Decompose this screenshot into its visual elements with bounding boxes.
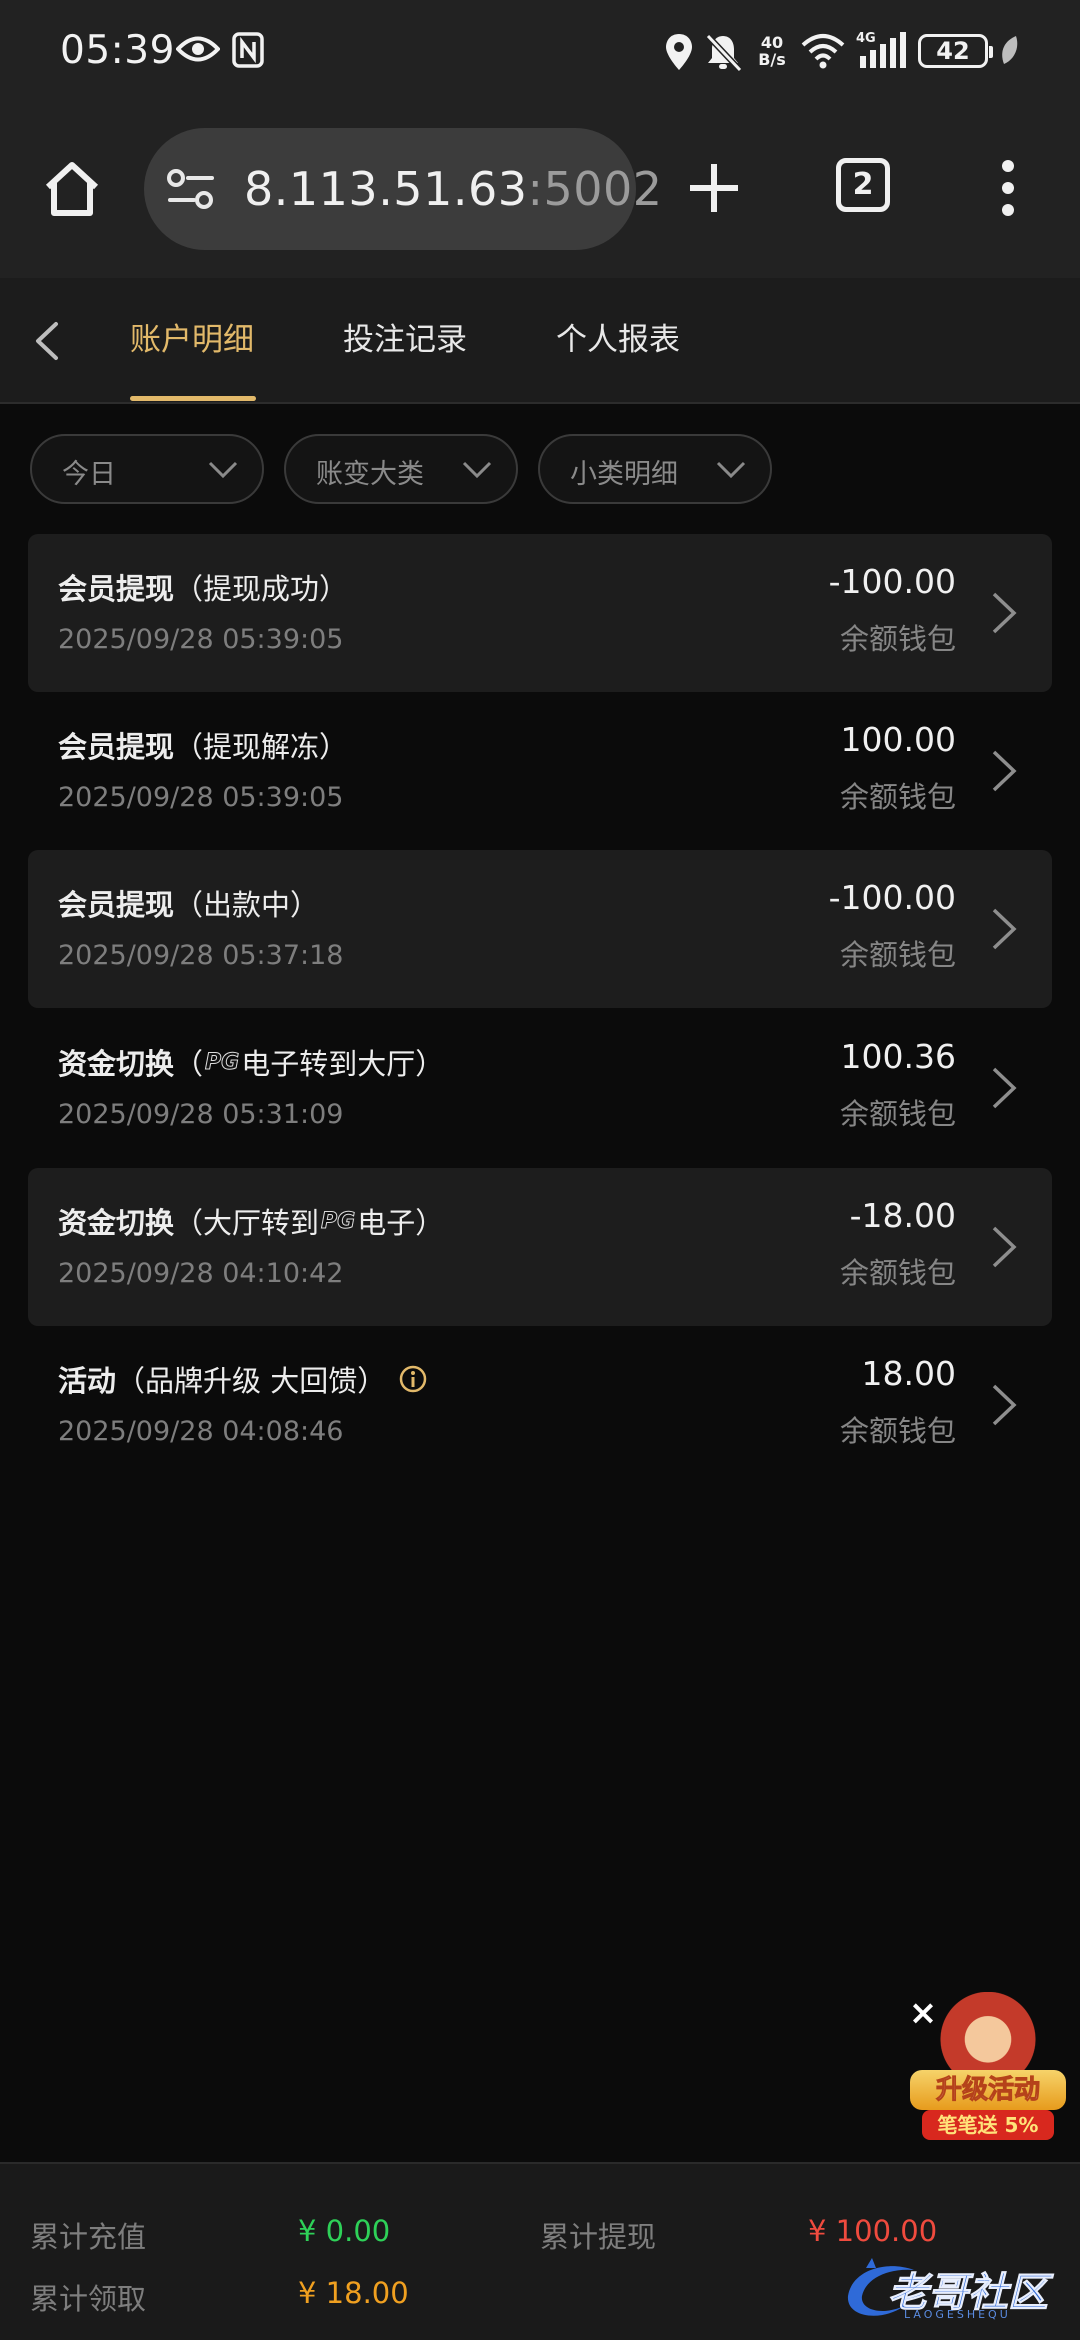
record-row[interactable]: 会员提现 （出款中） 2025/09/28 05:37:18 -100.00 余额…	[28, 850, 1052, 1008]
bell-off-icon	[705, 33, 742, 72]
record-wallet: 余额钱包	[839, 1256, 956, 1290]
record-amount: -100.00	[828, 562, 956, 601]
tab-account-details[interactable]: 账户明细	[130, 314, 254, 359]
record-time: 2025/09/28 05:37:18	[58, 940, 344, 971]
record-wallet: 余额钱包	[839, 622, 956, 656]
chevron-right-icon	[992, 1067, 1017, 1109]
leaf-icon	[1002, 36, 1018, 64]
tab-personal-report[interactable]: 个人报表	[556, 314, 680, 359]
close-icon[interactable]: ×	[906, 1996, 940, 2030]
eye-icon	[176, 36, 220, 62]
record-title: 会员提现 （提现解冻）	[58, 730, 349, 764]
chevron-right-icon	[992, 908, 1017, 950]
status-bar: 05:39 40 B/s 4G 42	[0, 0, 1080, 100]
url-text[interactable]: 8.113.51.63:5002	[244, 162, 663, 216]
pg-logo: PG	[321, 1208, 356, 1234]
record-time: 2025/09/28 05:39:05	[58, 782, 344, 813]
new-tab-icon[interactable]	[686, 160, 742, 216]
mascot-image	[940, 1992, 1036, 2078]
info-icon[interactable]	[398, 1364, 428, 1394]
record-amount: -100.00	[828, 878, 956, 917]
svg-text:4G: 4G	[856, 31, 876, 46]
chevron-right-icon	[992, 592, 1017, 634]
claim-total-label: 累计领取	[30, 2282, 147, 2316]
filter-label: 今日	[62, 459, 116, 490]
record-wallet: 余额钱包	[839, 780, 956, 814]
chevron-right-icon	[992, 750, 1017, 792]
tab-bet-records[interactable]: 投注记录	[343, 314, 467, 359]
withdraw-total-value: ¥ 100.00	[808, 2214, 938, 2248]
record-title: 活动 （品牌升级 大回馈）	[58, 1358, 428, 1400]
record-time: 2025/09/28 04:10:42	[58, 1258, 344, 1289]
tab-switcher-button[interactable]: 2	[836, 158, 890, 212]
record-time: 2025/09/28 05:31:09	[58, 1099, 344, 1130]
url-port: :5002	[527, 162, 663, 216]
chevron-down-icon	[462, 461, 492, 479]
chevron-down-icon	[208, 461, 238, 479]
net-speed: 40 B/s	[758, 33, 786, 69]
nfc-icon	[232, 32, 264, 68]
wifi-icon	[801, 34, 845, 69]
record-row[interactable]: 会员提现 （提现解冻） 2025/09/28 05:39:05 100.00 余额…	[28, 692, 1052, 850]
signal-4g-icon: 4G	[856, 31, 906, 68]
page-nav: 账户明细 投注记录 个人报表	[0, 278, 1080, 404]
record-row[interactable]: 会员提现 （提现成功） 2025/09/28 05:39:05 -100.00 余…	[28, 534, 1052, 692]
pg-logo: PG	[205, 1049, 240, 1075]
filter-label: 小类明细	[570, 459, 678, 490]
filter-subcategory[interactable]: 小类明细	[538, 434, 772, 504]
filter-category[interactable]: 账变大类	[284, 434, 518, 504]
chevron-right-icon	[992, 1384, 1017, 1426]
filter-date[interactable]: 今日	[30, 434, 264, 504]
chevron-down-icon	[716, 461, 746, 479]
site-settings-icon[interactable]	[166, 168, 216, 212]
active-tab-indicator	[130, 396, 256, 401]
home-icon[interactable]	[40, 157, 104, 221]
summary-footer: 累计充值 ¥ 0.00 累计提现 ¥ 100.00 累计领取 ¥ 18.00 老…	[0, 2162, 1080, 2340]
record-wallet: 余额钱包	[839, 1097, 956, 1131]
status-time: 05:39	[60, 28, 175, 73]
record-amount: 100.00	[840, 720, 956, 759]
record-amount: 100.36	[840, 1037, 956, 1076]
watermark-logo: 老哥社区 LAOGESHEQU	[842, 2256, 1072, 2326]
record-row[interactable]: 活动 （品牌升级 大回馈） 2025/09/28 04:08:46 18.00 余…	[28, 1326, 1052, 1484]
promo-badge[interactable]: × 升级活动 笔笔送 5%	[900, 1986, 1070, 2150]
browser-toolbar: 8.113.51.63:5002 2	[0, 100, 1080, 278]
record-amount: -18.00	[849, 1196, 956, 1235]
chevron-right-icon	[992, 1226, 1017, 1268]
record-row[interactable]: 资金切换 （大厅转到 PG 电子） 2025/09/28 04:10:42 -18.0…	[28, 1168, 1052, 1326]
more-menu-icon[interactable]	[990, 158, 1026, 218]
promo-title: 升级活动	[910, 2070, 1066, 2110]
record-title: 会员提现 （出款中）	[58, 888, 320, 922]
address-bar[interactable]: 8.113.51.63:5002	[144, 128, 662, 250]
location-icon	[666, 34, 692, 70]
record-row[interactable]: 资金切换（PG 电子转到大厅） 2025/09/28 05:31:09 100.3…	[28, 1009, 1052, 1167]
record-time: 2025/09/28 04:08:46	[58, 1416, 344, 1447]
claim-total-value: ¥ 18.00	[298, 2276, 409, 2310]
record-amount: 18.00	[861, 1354, 956, 1393]
withdraw-total-label: 累计提现	[540, 2220, 657, 2254]
record-title: 会员提现 （提现成功）	[58, 572, 349, 606]
watermark-subtext: LAOGESHEQU	[904, 2308, 1011, 2321]
back-icon[interactable]	[26, 316, 66, 366]
url-host: 8.113.51.63	[244, 162, 528, 216]
record-wallet: 余额钱包	[839, 1414, 956, 1448]
recharge-total-label: 累计充值	[30, 2220, 147, 2254]
promo-subtitle: 笔笔送 5%	[922, 2110, 1054, 2140]
record-wallet: 余额钱包	[839, 938, 956, 972]
record-title: 资金切换（PG 电子转到大厅）	[58, 1047, 445, 1081]
filter-label: 账变大类	[316, 459, 424, 490]
record-time: 2025/09/28 05:39:05	[58, 624, 344, 655]
recharge-total-value: ¥ 0.00	[298, 2214, 391, 2248]
battery-indicator: 42	[918, 34, 993, 68]
record-title: 资金切换 （大厅转到 PG 电子）	[58, 1206, 445, 1240]
